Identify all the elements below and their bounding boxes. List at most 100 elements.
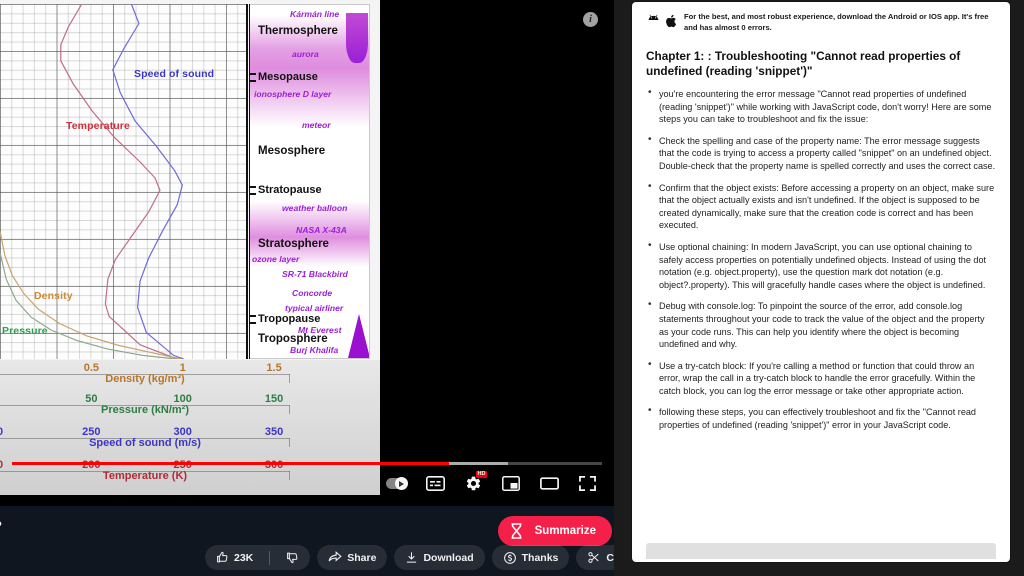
atmosphere-stratopause: Stratopause (258, 184, 322, 196)
promo-text: For the best, and most robust experience… (684, 12, 989, 32)
apple-icon (666, 14, 677, 28)
video-frame: Speed of sound Temperature Density Press… (0, 0, 380, 495)
annotation-weather-balloon: weather balloon (282, 203, 348, 213)
like-count: 23K (234, 551, 254, 564)
below-player-bar: t? Summarize 23K (0, 506, 670, 576)
right-panel-gutter: For the best, and most robust experience… (614, 0, 1024, 576)
thanks-button[interactable]: Thanks (491, 545, 570, 570)
annotation-nasa-x-43a: NASA X-43A (296, 225, 347, 235)
atmosphere-chart-plot: Speed of sound Temperature Density Press… (0, 4, 248, 359)
document-content: For the best, and most robust experience… (632, 2, 1010, 432)
annotation-aurora: aurora (292, 49, 319, 59)
miniplayer-button[interactable] (494, 466, 528, 500)
series-label-density: Density (34, 290, 73, 302)
player-controls: HD (0, 466, 614, 500)
pause-tick (250, 186, 256, 188)
thumbs-up-icon (217, 551, 228, 563)
theater-button[interactable] (532, 466, 566, 500)
theater-icon (539, 476, 559, 490)
video-player[interactable]: Speed of sound Temperature Density Press… (0, 0, 614, 506)
annotation-ionosphere-d-layer: ionosphere D layer (254, 89, 332, 99)
hd-badge: HD (476, 471, 487, 478)
dislike-button[interactable] (275, 545, 310, 570)
video-progress-bar[interactable] (12, 462, 602, 465)
annotation-burj-khalifa: Burj Khalifa (290, 345, 339, 355)
curve-speed-of-sound (112, 4, 184, 359)
karman-line-band (346, 13, 368, 63)
series-label-pressure: Pressure (2, 325, 48, 337)
scissors-icon (588, 552, 600, 563)
series-label-temperature: Temperature (66, 120, 130, 132)
curve-pressure (0, 252, 177, 359)
bullet-item: Confirm that the object exists: Before a… (646, 181, 996, 232)
like-button[interactable]: 23K (205, 545, 264, 570)
mountain-shape (348, 314, 369, 358)
subtitles-button[interactable] (418, 466, 452, 500)
autoplay-toggle-icon (386, 476, 408, 490)
annotation-sr-71-blackbird: SR-71 Blackbird (282, 269, 348, 279)
atmosphere-tropopause: Tropopause (258, 313, 321, 325)
atmosphere-mesopause: Mesopause (258, 71, 318, 83)
document-panel[interactable]: For the best, and most robust experience… (632, 2, 1010, 562)
video-title[interactable]: t? (0, 518, 2, 535)
atmosphere-mesosphere: Mesosphere (258, 145, 326, 157)
document-footer-bar (646, 543, 996, 559)
bullet-item: you're encountering the error message "C… (646, 87, 996, 126)
settings-button[interactable]: HD (456, 466, 490, 500)
bullet-item: Check the spelling and case of the prope… (646, 134, 996, 173)
troubleshooting-bullet-list: you're encountering the error message "C… (646, 87, 996, 432)
axis-title: Density (kg/m³) (105, 373, 185, 385)
summarize-label: Summarize (534, 525, 596, 537)
thanks-dollar-icon (503, 551, 516, 564)
axis-speed-of-sound: 0250300350Speed of sound (m/s) (0, 426, 290, 459)
miniplayer-icon (502, 475, 520, 491)
atmosphere-layer-strip: Thermosphere Mesopause Mesosphere Stratopau… (250, 4, 370, 359)
axis-tick: 0 (0, 426, 3, 438)
video-action-row: 23K Share Download Thanks (205, 545, 670, 570)
axis-tick: 1.5 (266, 362, 282, 374)
app-promo-banner: For the best, and most robust experience… (646, 10, 996, 39)
annotation-typical-airliner: typical airliner (285, 303, 344, 313)
annotation-ozone-layer: ozone layer (252, 254, 300, 264)
pause-tick (250, 80, 256, 82)
bullet-item: Debug with console.log: To pinpoint the … (646, 299, 996, 350)
chapter-title: Chapter 1: : Troubleshooting "Cannot rea… (646, 49, 961, 78)
progress-played (12, 462, 449, 465)
annotation-k-rm-n-line: Kármán line (290, 9, 340, 19)
bullet-item: following these steps, you can effective… (646, 405, 996, 431)
subtitles-icon (425, 475, 445, 491)
annotation-mt-everest: Mt Everest (298, 325, 342, 335)
summarize-button[interactable]: Summarize (497, 516, 612, 546)
axis-density: 0.5 1 1.5 Density (kg/m³) (0, 362, 290, 395)
pause-tick (250, 193, 256, 195)
series-label-speed-of-sound: Speed of sound (134, 68, 215, 80)
autoplay-toggle-button[interactable] (380, 466, 414, 500)
share-icon (328, 551, 342, 562)
thanks-label: Thanks (521, 551, 559, 564)
curve-density (0, 231, 182, 359)
pause-tick (250, 315, 256, 317)
share-button[interactable]: Share (317, 545, 388, 570)
axis-tick: 350 (264, 426, 284, 438)
axis-tick: 0.5 (83, 362, 99, 374)
pause-tick (250, 73, 256, 75)
axis-title: Speed of sound (m/s) (89, 437, 201, 449)
atmosphere-stratosphere: Stratosphere (258, 238, 329, 250)
download-button[interactable]: Download (394, 545, 485, 570)
bullet-item: Use optional chaining: In modern JavaScr… (646, 240, 996, 291)
fullscreen-icon (578, 475, 596, 491)
pause-tick (250, 322, 256, 324)
axis-tick: 150 (264, 393, 284, 405)
info-icon[interactable]: i (583, 12, 598, 27)
chart-curves (0, 4, 184, 359)
like-divider (269, 550, 271, 565)
promo-icon-group (646, 12, 677, 28)
axis-tick: 50 (85, 393, 98, 405)
atmosphere-thermosphere: Thermosphere (258, 25, 338, 37)
share-label: Share (347, 551, 377, 564)
fullscreen-button[interactable] (570, 466, 604, 500)
like-dislike-group: 23K (205, 545, 311, 570)
download-label: Download (423, 551, 474, 564)
annotation-concorde: Concorde (292, 288, 333, 298)
axis-title: Pressure (kN/m²) (100, 404, 190, 416)
